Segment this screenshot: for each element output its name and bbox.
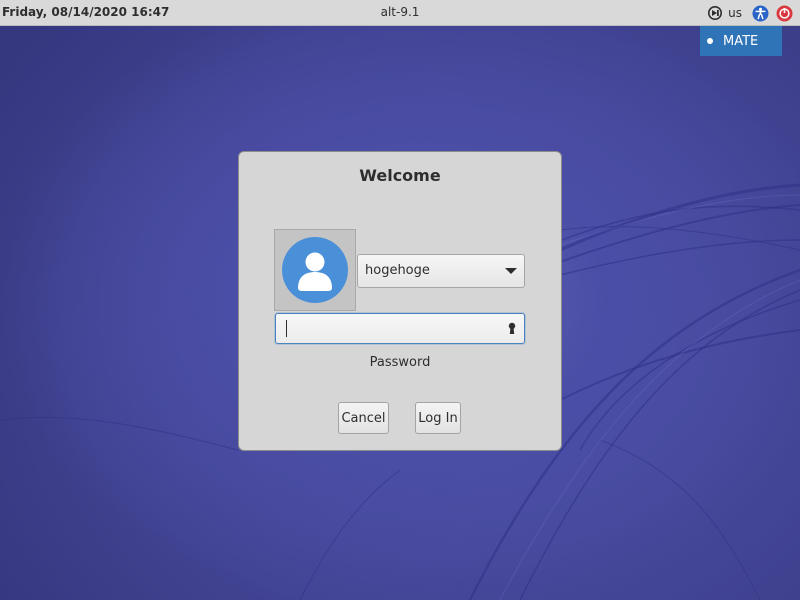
password-input[interactable] bbox=[290, 318, 490, 339]
text-caret bbox=[286, 320, 287, 337]
chevron-down-icon bbox=[505, 268, 517, 274]
power-icon bbox=[776, 5, 792, 21]
panel-clock: Friday, 08/14/2020 16:47 bbox=[2, 5, 170, 19]
selected-user: hogehoge bbox=[365, 263, 430, 278]
cancel-button[interactable]: Cancel bbox=[338, 402, 389, 434]
accessibility-icon bbox=[752, 5, 768, 21]
user-avatar-icon bbox=[282, 237, 348, 303]
selected-radio-icon bbox=[707, 38, 713, 44]
session-menu-item-mate[interactable]: MATE bbox=[700, 26, 782, 56]
login-dialog: Welcome hogehoge Password Cancel Log In bbox=[238, 151, 562, 451]
panel-indicators: us bbox=[700, 0, 800, 26]
user-select-dropdown[interactable]: hogehoge bbox=[357, 254, 525, 288]
keyhole-icon bbox=[508, 322, 516, 334]
desktop-background: Friday, 08/14/2020 16:47 alt-9.1 us MATE… bbox=[0, 0, 800, 600]
accessibility-button[interactable] bbox=[748, 0, 772, 26]
session-button[interactable] bbox=[704, 0, 726, 26]
session-menu: MATE bbox=[700, 26, 782, 56]
password-field[interactable] bbox=[275, 313, 525, 344]
power-button[interactable] bbox=[772, 0, 796, 26]
dialog-title: Welcome bbox=[359, 166, 441, 185]
password-label: Password bbox=[369, 355, 431, 370]
hostname-label: alt-9.1 bbox=[380, 5, 420, 19]
session-icon bbox=[708, 6, 723, 20]
login-button[interactable]: Log In bbox=[415, 402, 461, 434]
avatar-frame bbox=[274, 229, 356, 311]
keyboard-layout-indicator[interactable]: us bbox=[726, 0, 748, 26]
top-panel: Friday, 08/14/2020 16:47 alt-9.1 us bbox=[0, 0, 800, 26]
session-item-label: MATE bbox=[723, 33, 759, 49]
